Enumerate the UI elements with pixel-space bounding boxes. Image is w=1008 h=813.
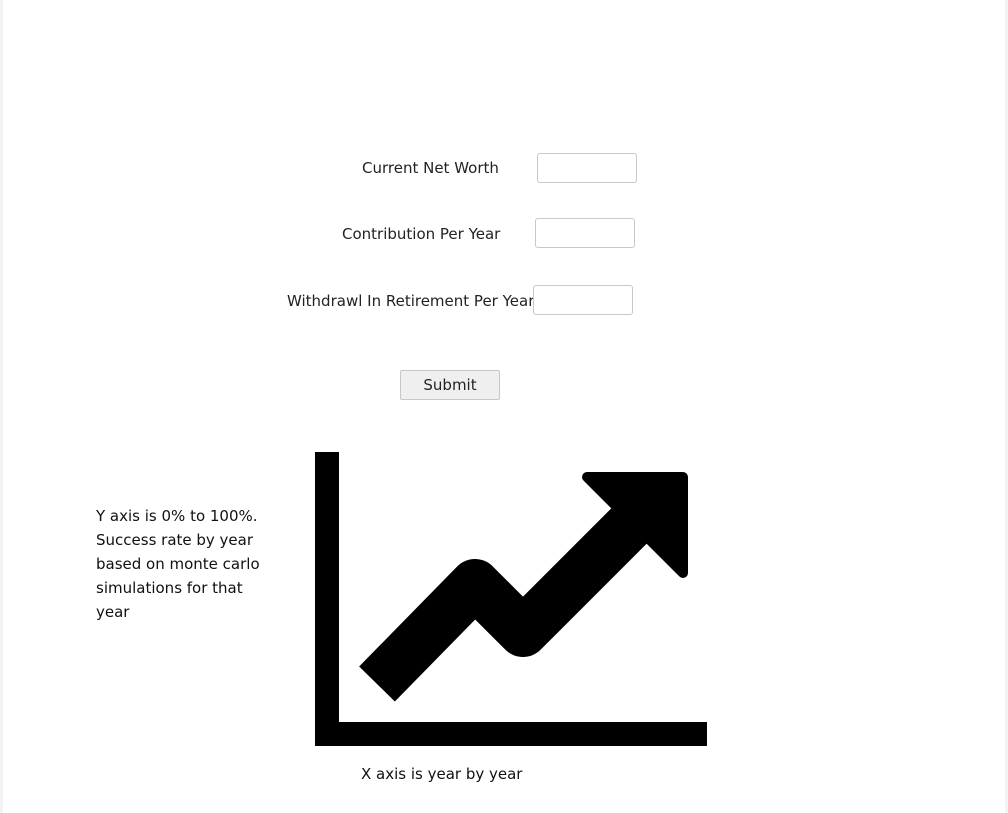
withdrawal-per-year-input[interactable] <box>533 285 633 315</box>
page: Current Net Worth Contribution Per Year … <box>3 0 1005 813</box>
y-axis-note: Y axis is 0% to 100%. Success rate by ye… <box>96 507 260 621</box>
contribution-per-year-label: Contribution Per Year <box>342 225 501 243</box>
x-axis-note: X axis is year by year <box>361 765 523 783</box>
current-net-worth-input[interactable] <box>537 153 637 183</box>
submit-button[interactable]: Submit <box>400 370 500 400</box>
contribution-per-year-input[interactable] <box>535 218 635 248</box>
trending-up-chart-icon <box>315 452 707 746</box>
current-net-worth-label: Current Net Worth <box>362 159 499 177</box>
withdrawal-per-year-label: Withdrawl In Retirement Per Year <box>287 292 535 310</box>
